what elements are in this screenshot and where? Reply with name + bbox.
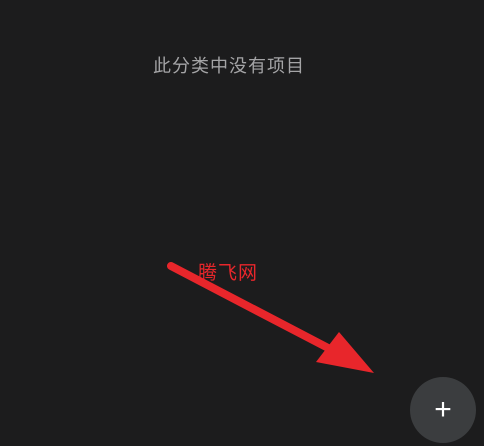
add-item-button[interactable]: + xyxy=(410,377,476,443)
watermark-text: 腾飞网 xyxy=(198,262,259,284)
annotation-arrow-head xyxy=(316,332,374,373)
empty-state-message: 此分类中没有项目 xyxy=(153,56,305,77)
app-screen: 此分类中没有项目 腾飞网 + xyxy=(0,0,484,446)
plus-icon: + xyxy=(434,393,452,426)
